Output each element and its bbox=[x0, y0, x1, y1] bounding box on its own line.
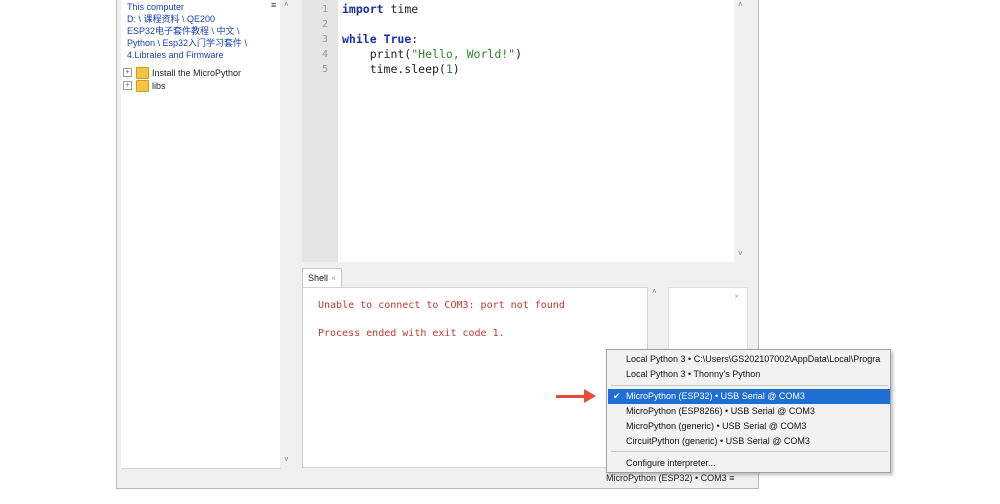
annotation-arrow-shaft bbox=[556, 395, 586, 398]
check-icon: ✔ bbox=[613, 391, 621, 401]
tree-item-label: libs bbox=[152, 80, 166, 91]
path-segment[interactable]: D: \ 课程资料 \ QE200 bbox=[127, 13, 215, 25]
scroll-down-icon[interactable]: ˅ bbox=[738, 249, 743, 258]
line-number: 2 bbox=[321, 19, 328, 30]
expand-icon[interactable]: + bbox=[123, 81, 132, 90]
code-colon: : bbox=[411, 32, 419, 46]
keyword-import: import bbox=[342, 2, 384, 16]
files-panel: This computer D: \ 课程资料 \ QE200 ESP32电子套… bbox=[121, 0, 281, 469]
menu-separator bbox=[611, 385, 888, 386]
module-time: time bbox=[383, 2, 419, 16]
folder-icon bbox=[136, 66, 149, 79]
line-number: 5 bbox=[321, 64, 328, 75]
keyword-true: True bbox=[383, 32, 412, 46]
path-segment[interactable]: 4.Libraies and Firmware bbox=[127, 49, 224, 61]
number-literal: 1 bbox=[445, 62, 453, 76]
code-line-4[interactable]: print("Hello, World!") bbox=[342, 47, 522, 62]
menu-item-label: CircuitPython (generic) • USB Serial @ C… bbox=[626, 436, 810, 446]
path-this-computer[interactable]: This computer bbox=[127, 1, 184, 13]
menu-item-label: MicroPython (ESP8266) • USB Serial @ COM… bbox=[626, 406, 815, 416]
interpreter-menu: Local Python 3 • C:\Users\GS202107002\Ap… bbox=[606, 349, 891, 473]
code-line-5[interactable]: time.sleep(1) bbox=[342, 62, 460, 77]
shell-exit-line: Process ended with exit code 1. bbox=[318, 328, 505, 339]
menu-item-micropython-esp32[interactable]: ✔ MicroPython (ESP32) • USB Serial @ COM3 bbox=[608, 389, 890, 404]
scroll-up-icon[interactable]: ˄ bbox=[652, 287, 657, 296]
line-number-gutter: 1 2 3 4 5 bbox=[302, 0, 338, 262]
line-number: 3 bbox=[321, 34, 328, 45]
menu-separator bbox=[611, 451, 888, 452]
tree-item-libs[interactable]: + libs bbox=[123, 79, 166, 92]
code-line-3[interactable]: while True: bbox=[342, 32, 418, 47]
menu-item-label: Local Python 3 • Thonny's Python bbox=[626, 369, 761, 379]
code-call-sleep: time.sleep( bbox=[342, 62, 446, 76]
code-call-print: print( bbox=[342, 47, 412, 61]
menu-item-configure-interpreter[interactable]: Configure interpreter... bbox=[608, 456, 890, 471]
scroll-up-icon[interactable]: ˄ bbox=[738, 0, 743, 9]
string-literal: "Hello, World!" bbox=[411, 47, 516, 61]
code-editor[interactable]: import time while True: print("Hello, Wo… bbox=[338, 0, 734, 262]
shell-error-line: Unable to connect to COM3: port not foun… bbox=[318, 300, 565, 311]
path-segment[interactable]: ESP32电子套件教程 \ 中文 \ bbox=[127, 25, 240, 37]
scroll-down-icon[interactable]: ˅ bbox=[284, 455, 289, 464]
line-number: 4 bbox=[321, 49, 328, 60]
files-scrollbar[interactable]: ˄ ˅ bbox=[280, 0, 294, 468]
menu-item-micropython-generic[interactable]: MicroPython (generic) • USB Serial @ COM… bbox=[608, 419, 890, 434]
code-line-1[interactable]: import time bbox=[342, 2, 418, 17]
annotation-arrow-icon bbox=[584, 389, 596, 403]
tab-shell-label: Shell bbox=[308, 273, 329, 283]
close-icon[interactable]: × bbox=[734, 292, 739, 301]
keyword-while: while bbox=[342, 32, 377, 46]
menu-item-label: Local Python 3 • C:\Users\GS202107002\Ap… bbox=[626, 354, 881, 364]
menu-item-circuitpython-generic[interactable]: CircuitPython (generic) • USB Serial @ C… bbox=[608, 434, 890, 449]
scroll-up-icon[interactable]: ˄ bbox=[284, 0, 289, 9]
menu-item-label: MicroPython (generic) • USB Serial @ COM… bbox=[626, 421, 807, 431]
line-number: 1 bbox=[321, 4, 328, 15]
shell-console[interactable]: Unable to connect to COM3: port not foun… bbox=[302, 287, 648, 468]
menu-item-local-python-appdata[interactable]: Local Python 3 • C:\Users\GS202107002\Ap… bbox=[608, 352, 890, 367]
path-segment[interactable]: Python \ Esp32入门学习套件 \ bbox=[127, 37, 247, 49]
expand-icon[interactable]: + bbox=[123, 68, 132, 77]
menu-item-label: Configure interpreter... bbox=[626, 458, 716, 468]
status-interpreter-selector[interactable]: MicroPython (ESP32) • COM3 ≡ bbox=[606, 473, 734, 483]
menu-item-micropython-esp8266[interactable]: MicroPython (ESP8266) • USB Serial @ COM… bbox=[608, 404, 890, 419]
close-icon[interactable]: × bbox=[331, 274, 336, 283]
tree-item-label: Install the MicroPythor bbox=[152, 67, 242, 78]
files-menu-icon[interactable]: ≡ bbox=[271, 0, 276, 10]
tree-item-install-micropython[interactable]: + Install the MicroPythor bbox=[123, 66, 241, 79]
editor-scrollbar[interactable]: ˄ ˅ bbox=[734, 0, 748, 262]
code-paren: ) bbox=[515, 47, 523, 61]
code-paren: ) bbox=[452, 62, 460, 76]
folder-icon bbox=[136, 79, 149, 92]
menu-item-local-python-thonny[interactable]: Local Python 3 • Thonny's Python bbox=[608, 367, 890, 382]
tab-shell[interactable]: Shell × bbox=[302, 268, 342, 287]
menu-item-label: MicroPython (ESP32) • USB Serial @ COM3 bbox=[626, 391, 805, 401]
